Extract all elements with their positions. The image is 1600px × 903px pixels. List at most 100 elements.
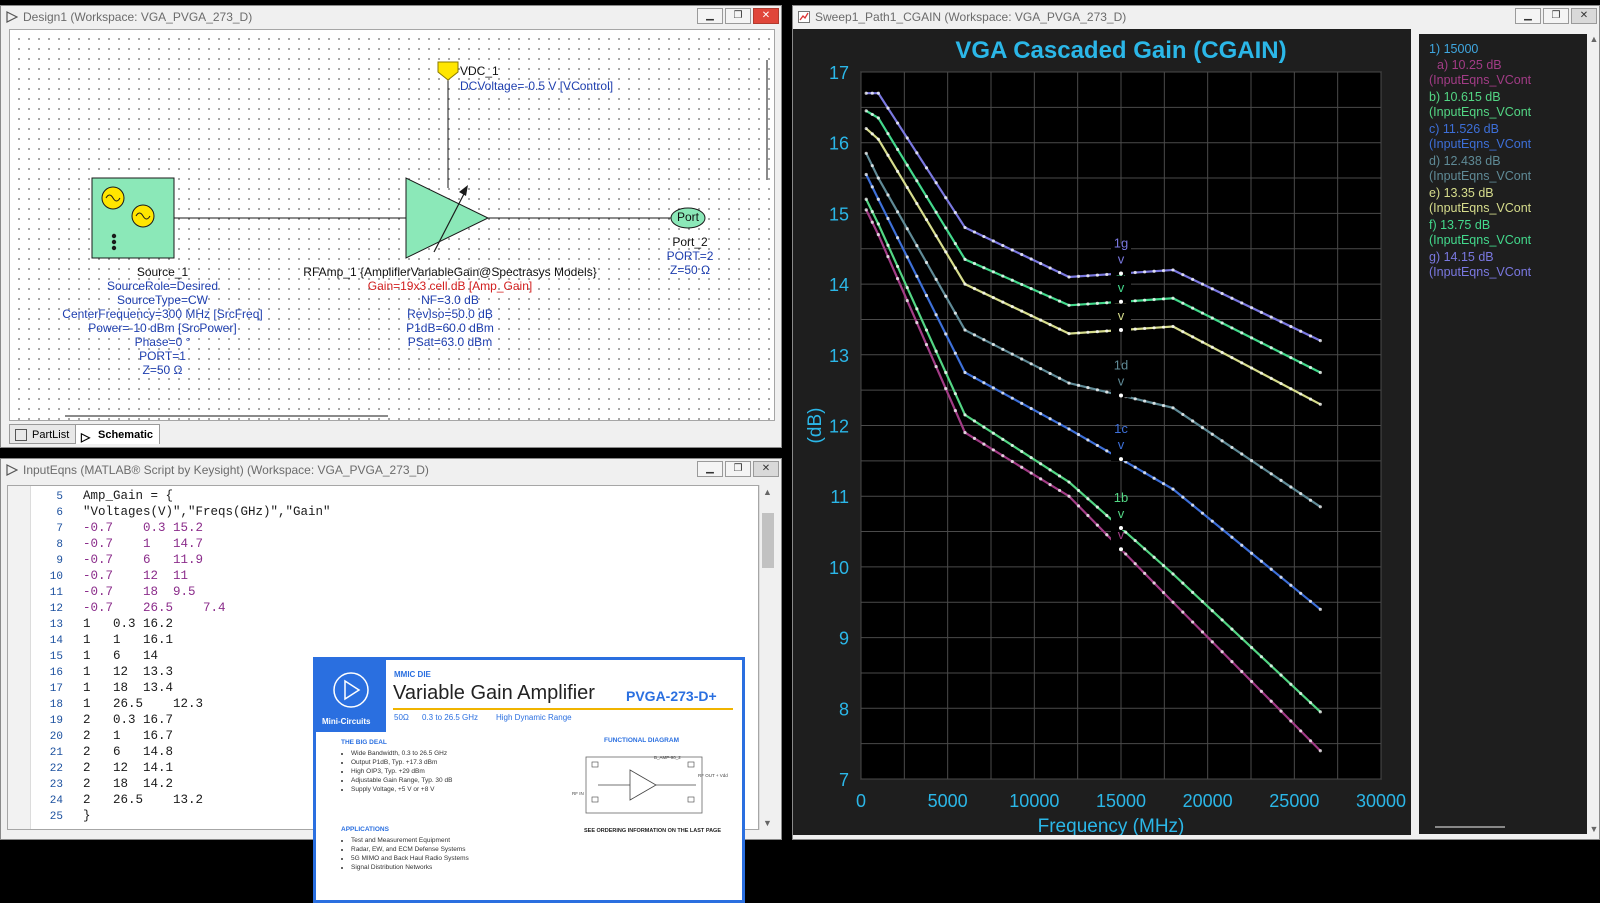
close-button[interactable]: ✕ — [753, 8, 779, 24]
series-point-1f — [1171, 296, 1175, 300]
series-point-1c — [1308, 599, 1313, 603]
marker-arrow-icon: v — [1118, 308, 1125, 323]
series-point-1c — [1001, 391, 1005, 395]
datasheet-popup[interactable]: Mini-Circuits MMIC DIE Variable Gain Amp… — [313, 657, 745, 903]
series-point-1d — [1086, 385, 1090, 390]
tab-partlist[interactable]: PartList — [9, 424, 77, 444]
series-point-1d — [1230, 445, 1234, 450]
design-window-titlebar[interactable]: Design1 (Workspace: VGA_PVGA_273_D) — [1, 6, 781, 28]
series-point-1f — [905, 163, 909, 167]
amplifier-symbol[interactable] — [405, 177, 490, 259]
series-point-1g — [1220, 291, 1224, 296]
series-point-1g — [886, 106, 890, 110]
series-point-1g — [1200, 282, 1205, 286]
series-point-1b — [972, 419, 977, 423]
series-point-1e — [886, 153, 890, 157]
code-text: Amp_Gain = { — [83, 489, 174, 503]
series-point-1d — [991, 342, 995, 347]
series-point-1g — [944, 196, 948, 200]
x-tick-label: 5000 — [928, 791, 968, 811]
series-point-1a — [1086, 513, 1090, 518]
series-point-1c — [1220, 527, 1224, 531]
series-point-1e — [1191, 335, 1195, 339]
code-text: 2 6 14.8 — [83, 745, 174, 759]
scroll-thumb[interactable] — [762, 513, 774, 568]
datasheet-logo-block: Mini-Circuits — [316, 660, 386, 732]
source-param: Z=50 Ω — [142, 363, 183, 377]
plot-window-titlebar[interactable]: Sweep1_Path1_CGAIN (Workspace: VGA_PVGA_… — [793, 6, 1599, 28]
cgain-chart[interactable]: VGA Cascaded Gain (CGAIN) 7 8 9 10 11 12 13 14 15… — [793, 29, 1411, 837]
script-window-titlebar[interactable]: InputEqns (MATLAB® Script by Keysight) (… — [1, 459, 781, 481]
amp-name: RFAmp_1 {AmplifierVariableGain@Spectrasy… — [303, 265, 597, 279]
series-point-1g — [1105, 272, 1109, 277]
series-point-1g — [1143, 270, 1147, 274]
series-point-1b — [1308, 701, 1313, 705]
series-point-1c — [982, 381, 986, 385]
maximize-button[interactable]: ❐ — [725, 8, 751, 24]
code-text: 2 18 14.2 — [83, 777, 174, 791]
series-point-1f — [1259, 341, 1263, 345]
code-line: 22 2 12 14.1 — [8, 760, 173, 776]
series-point-1b — [1039, 462, 1043, 466]
scroll-down-icon[interactable]: ▼ — [763, 818, 772, 828]
close-button[interactable]: ✕ — [753, 461, 779, 477]
scroll-down-icon[interactable]: ▼ — [1589, 824, 1599, 834]
y-tick-label: 17 — [829, 63, 849, 83]
series-point-1c — [1171, 487, 1175, 491]
series-point-1b — [944, 370, 948, 375]
series-point-1b — [895, 264, 900, 269]
script-scrollbar[interactable]: ▲ ▼ — [759, 485, 776, 830]
series-point-1d — [982, 338, 986, 342]
series-point-1f — [886, 132, 890, 136]
series-point-1a — [1124, 552, 1128, 556]
tab-schematic[interactable]: ▷ Schematic — [75, 424, 161, 444]
series-point-1b — [1181, 581, 1185, 585]
series-point-1f — [982, 266, 986, 270]
minimize-button[interactable]: ▁ — [697, 461, 723, 477]
script-icon — [6, 464, 18, 476]
series-point-1a — [1133, 562, 1137, 566]
scroll-up-icon[interactable]: ▲ — [763, 487, 772, 497]
schematic-canvas[interactable]: Port VDC_1 DCVoltage=-0.5 V [VControl] S… — [9, 29, 775, 421]
series-point-1b — [1105, 513, 1109, 518]
series-point-1e — [915, 201, 919, 206]
series-point-1g — [934, 181, 938, 185]
series-point-1g — [905, 136, 909, 140]
plot-window: Sweep1_Path1_CGAIN (Workspace: VGA_PVGA_… — [792, 5, 1600, 840]
series-point-1a — [1001, 454, 1005, 458]
port-labels: Port_2 PORT=2 Z=50 Ω — [650, 235, 730, 277]
series-point-1g — [1279, 320, 1283, 324]
series-point-1a — [876, 233, 880, 237]
series-point-1a — [1200, 630, 1205, 634]
maximize-button[interactable]: ❐ — [725, 461, 751, 477]
legend-scrollbar[interactable] — [1435, 826, 1505, 828]
maximize-button[interactable]: ❐ — [1543, 8, 1569, 24]
marker-label: 1d — [1114, 357, 1128, 372]
code-line: 25} — [8, 808, 91, 824]
series-point-1f — [1181, 301, 1185, 305]
series-point-1d — [1020, 357, 1024, 361]
close-button[interactable]: ✕ — [1571, 8, 1597, 24]
legend-source: (InputEqns_VCont — [1429, 169, 1532, 183]
series-point-1c — [1181, 495, 1185, 499]
series-point-1b — [1279, 673, 1283, 677]
series-point-1c — [1048, 417, 1052, 421]
series-point-1b — [1249, 645, 1254, 650]
series-point-1e — [1181, 330, 1185, 334]
marker-arrow-icon: v — [1118, 280, 1125, 295]
series-point-1g — [870, 91, 874, 95]
legend-value: e) 13.35 dB — [1429, 186, 1494, 200]
code-line: 16 1 12 13.3 — [8, 664, 173, 680]
series-point-1d — [1269, 472, 1273, 476]
series-point-1d — [953, 311, 957, 315]
series-point-1c — [1191, 503, 1195, 507]
series-point-1a — [1181, 610, 1185, 614]
plot-vscrollbar[interactable]: ▲ ▼ — [1589, 34, 1599, 834]
minimize-button[interactable]: ▁ — [697, 8, 723, 24]
series-point-1f — [1289, 356, 1293, 360]
scroll-up-icon[interactable]: ▲ — [1589, 34, 1599, 44]
minimize-button[interactable]: ▁ — [1515, 8, 1541, 24]
series-point-1c — [864, 172, 868, 177]
plot-area[interactable]: VGA Cascaded Gain (CGAIN) 7 8 9 10 11 12 13 14 15… — [793, 29, 1411, 837]
vdc-symbol[interactable] — [437, 61, 459, 81]
